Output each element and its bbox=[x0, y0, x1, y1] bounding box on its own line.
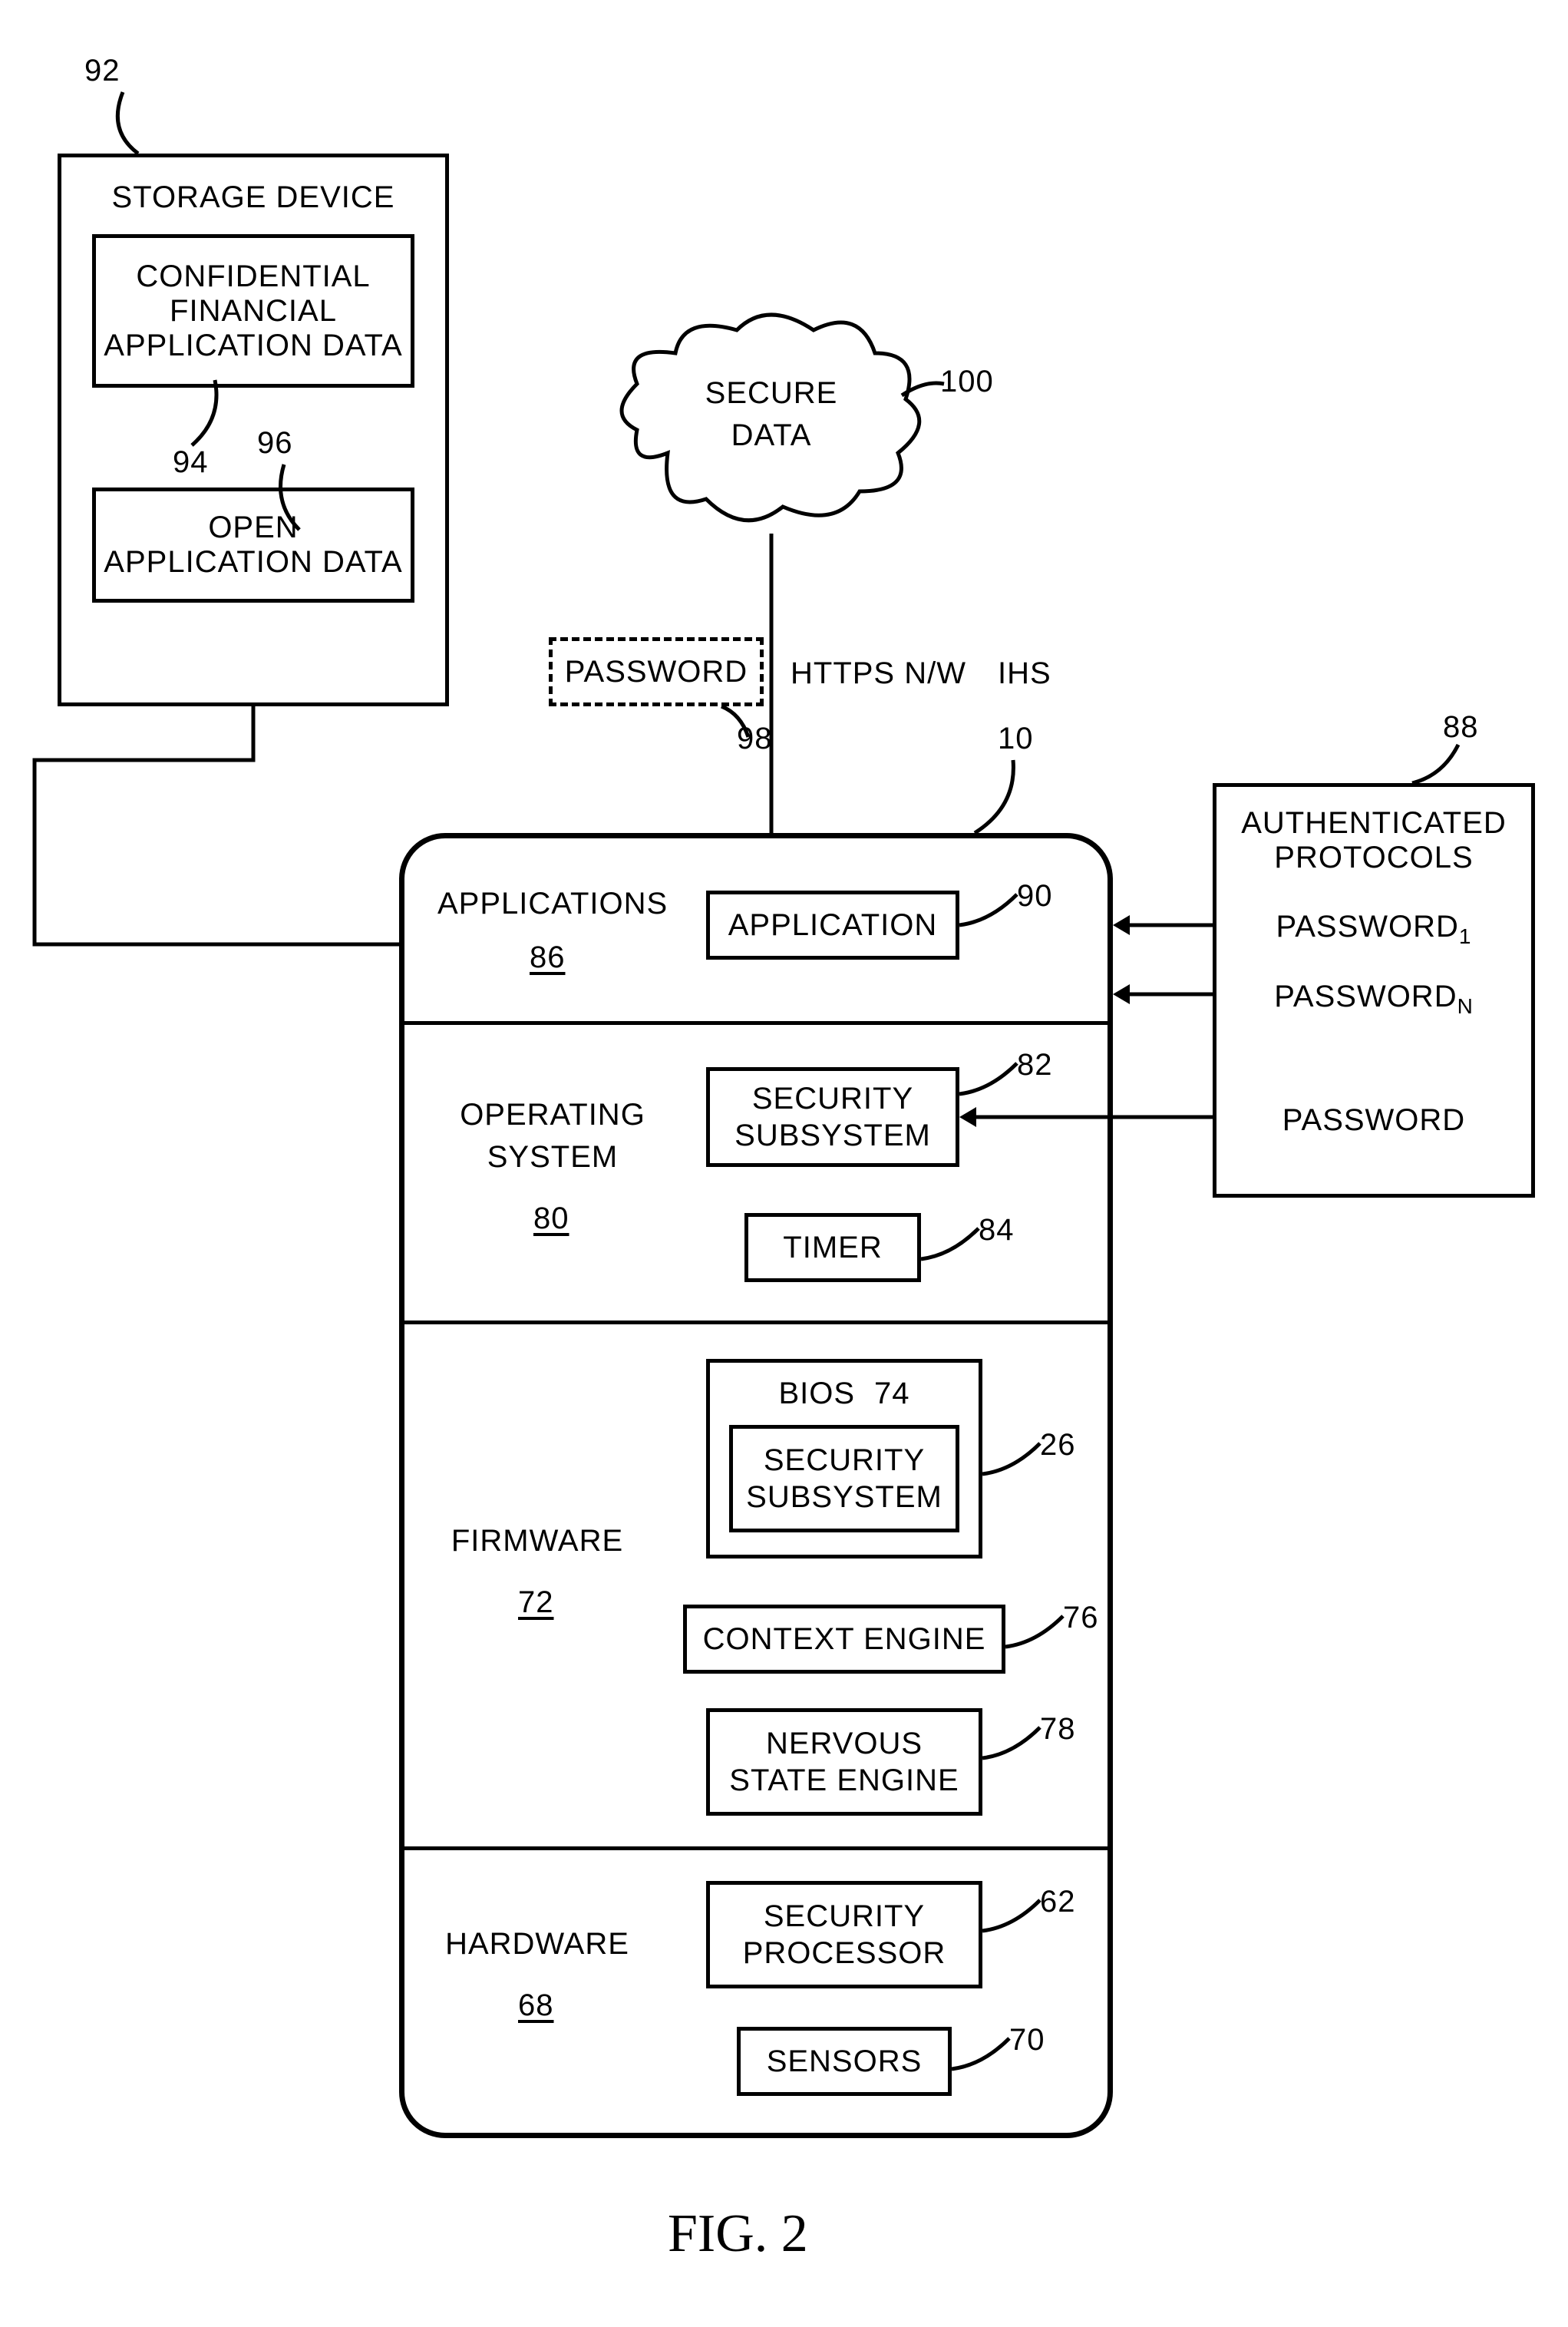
ref-92: 92 bbox=[84, 54, 120, 88]
ref-78: 78 bbox=[1040, 1712, 1076, 1747]
ref-100: 100 bbox=[940, 365, 994, 399]
security-subsystem-os-text: SECURITY SUBSYSTEM bbox=[734, 1080, 931, 1154]
ref-86: 86 bbox=[530, 940, 566, 975]
leader-100 bbox=[902, 376, 948, 399]
leader-62 bbox=[982, 1900, 1044, 1939]
nervous-state-box: NERVOUS STATE ENGINE bbox=[706, 1708, 982, 1816]
storage-device-title: STORAGE DEVICE bbox=[112, 180, 395, 215]
pw-single: PASSWORD bbox=[1282, 1103, 1465, 1138]
firmware-title: FIRMWARE bbox=[430, 1524, 645, 1558]
ref-96: 96 bbox=[257, 426, 293, 461]
arrow-pw1 bbox=[1113, 914, 1220, 937]
sensors-box: SENSORS bbox=[737, 2027, 952, 2096]
https-label: HTTPS N/W bbox=[791, 656, 966, 691]
security-subsystem-bios-text: SECURITY SUBSYSTEM bbox=[746, 1442, 942, 1516]
leader-78 bbox=[982, 1727, 1044, 1766]
figure-caption: FIG. 2 bbox=[668, 2203, 808, 2265]
os-title1: OPERATING bbox=[445, 1098, 660, 1132]
divider-3 bbox=[399, 1846, 1113, 1850]
leader-84 bbox=[921, 1228, 982, 1267]
confidential-line1: CONFIDENTIAL bbox=[136, 259, 370, 294]
wire-storage-to-ihs bbox=[31, 706, 407, 944]
storage-device-box: STORAGE DEVICE CONFIDENTIAL FINANCIAL AP… bbox=[58, 154, 449, 706]
auth-title2: PROTOCOLS bbox=[1274, 841, 1473, 875]
leader-26 bbox=[982, 1443, 1044, 1482]
arrow-pwn bbox=[1113, 983, 1220, 1006]
ihs-label: IHS bbox=[998, 656, 1051, 691]
ref-76: 76 bbox=[1063, 1601, 1099, 1635]
security-processor-box: SECURITY PROCESSOR bbox=[706, 1881, 982, 1988]
timer-box: TIMER bbox=[744, 1213, 921, 1282]
timer-text: TIMER bbox=[783, 1231, 882, 1265]
confidential-line3: APPLICATION DATA bbox=[104, 329, 402, 363]
ref-84: 84 bbox=[979, 1213, 1015, 1248]
pw1-text: PASSWORD bbox=[1276, 910, 1459, 944]
nervous-state-text: NERVOUS STATE ENGINE bbox=[729, 1725, 959, 1799]
cloud-line1: SECURE bbox=[695, 376, 848, 411]
ref-10: 10 bbox=[998, 722, 1034, 756]
leader-82 bbox=[959, 1063, 1021, 1102]
ref-70: 70 bbox=[1009, 2023, 1045, 2058]
confidential-data-box: CONFIDENTIAL FINANCIAL APPLICATION DATA bbox=[92, 234, 414, 388]
ref-88: 88 bbox=[1443, 710, 1479, 745]
leader-90 bbox=[959, 894, 1021, 933]
password-text: PASSWORD bbox=[565, 655, 748, 689]
application-box: APPLICATION bbox=[706, 891, 959, 960]
os-title2: SYSTEM bbox=[445, 1140, 660, 1175]
security-subsystem-bios: SECURITY SUBSYSTEM bbox=[729, 1425, 959, 1532]
leader-10 bbox=[975, 760, 1021, 837]
cloud-line2: DATA bbox=[695, 418, 848, 453]
ref-74: 74 bbox=[874, 1377, 910, 1411]
pwn-sub: N bbox=[1457, 994, 1474, 1018]
divider-1 bbox=[399, 1021, 1113, 1025]
context-engine-text: CONTEXT ENGINE bbox=[703, 1622, 986, 1657]
open-line2: APPLICATION DATA bbox=[104, 545, 402, 580]
context-engine-box: CONTEXT ENGINE bbox=[683, 1605, 1005, 1674]
applications-title: APPLICATIONS bbox=[437, 887, 668, 921]
divider-2 bbox=[399, 1321, 1113, 1324]
hardware-title: HARDWARE bbox=[430, 1927, 645, 1962]
leader-96 bbox=[261, 464, 322, 534]
password-box: PASSWORD bbox=[549, 637, 764, 706]
ref-94: 94 bbox=[173, 445, 209, 480]
ref-72: 72 bbox=[518, 1585, 554, 1620]
confidential-line2: FINANCIAL bbox=[170, 294, 337, 329]
security-processor-text: SECURITY PROCESSOR bbox=[743, 1898, 946, 1972]
leader-88 bbox=[1412, 745, 1474, 791]
pwn-text: PASSWORD bbox=[1274, 980, 1457, 1013]
pw1-sub: 1 bbox=[1459, 924, 1472, 948]
leader-92 bbox=[100, 92, 161, 161]
auth-title1: AUTHENTICATED bbox=[1241, 806, 1507, 841]
security-subsystem-os: SECURITY SUBSYSTEM bbox=[706, 1067, 959, 1167]
ref-90: 90 bbox=[1017, 879, 1053, 914]
diagram-canvas: STORAGE DEVICE CONFIDENTIAL FINANCIAL AP… bbox=[0, 0, 1568, 2327]
wire-cloud-to-ihs bbox=[767, 534, 775, 837]
bios-label: BIOS bbox=[778, 1377, 855, 1411]
ref-62: 62 bbox=[1040, 1885, 1076, 1919]
sensors-text: SENSORS bbox=[767, 2044, 923, 2079]
leader-94 bbox=[177, 380, 238, 449]
ref-80: 80 bbox=[533, 1202, 569, 1236]
ref-68: 68 bbox=[518, 1988, 554, 2023]
application-text: APPLICATION bbox=[728, 908, 938, 943]
leader-98 bbox=[721, 706, 760, 745]
bios-box: BIOS 74 SECURITY SUBSYSTEM bbox=[706, 1359, 982, 1558]
leader-76 bbox=[1005, 1616, 1067, 1654]
ref-82: 82 bbox=[1017, 1048, 1053, 1083]
arrow-password-security bbox=[959, 1106, 1220, 1129]
ref-26: 26 bbox=[1040, 1428, 1076, 1463]
authenticated-protocols-box: AUTHENTICATED PROTOCOLS PASSWORD1 PASSWO… bbox=[1213, 783, 1535, 1198]
open-data-box: OPEN APPLICATION DATA bbox=[92, 488, 414, 603]
leader-70 bbox=[952, 2038, 1013, 2077]
